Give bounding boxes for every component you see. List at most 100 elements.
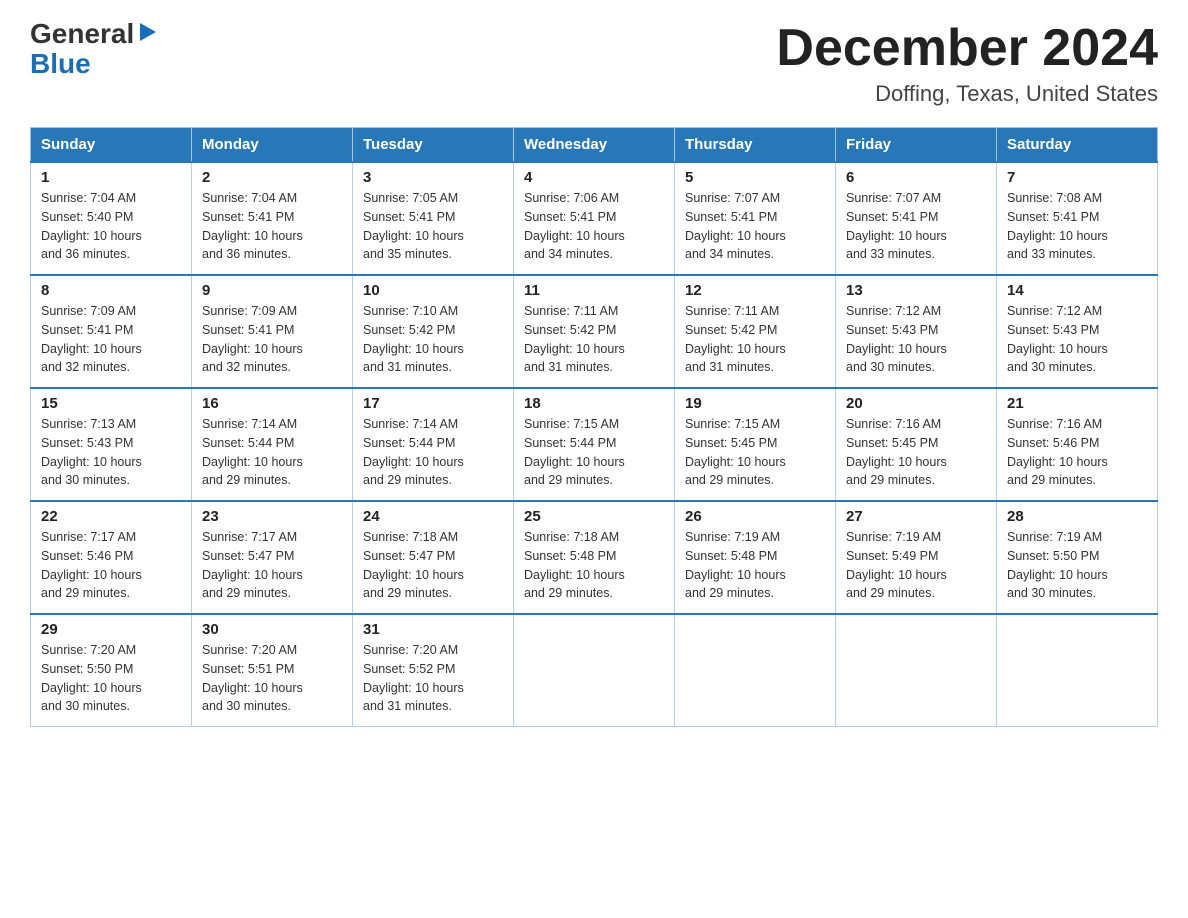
day-number: 10 bbox=[363, 282, 503, 299]
calendar-week-row: 22Sunrise: 7:17 AM Sunset: 5:46 PM Dayli… bbox=[31, 501, 1158, 614]
day-number: 16 bbox=[202, 395, 342, 412]
calendar-cell: 5Sunrise: 7:07 AM Sunset: 5:41 PM Daylig… bbox=[675, 162, 836, 275]
calendar-cell: 31Sunrise: 7:20 AM Sunset: 5:52 PM Dayli… bbox=[353, 614, 514, 727]
location-title: Doffing, Texas, United States bbox=[776, 81, 1158, 107]
day-number: 3 bbox=[363, 169, 503, 186]
day-info: Sunrise: 7:11 AM Sunset: 5:42 PM Dayligh… bbox=[685, 302, 825, 377]
calendar-cell: 27 Sunrise: 7:19 AM Sunset: 5:49 PM Dayli… bbox=[836, 501, 997, 614]
day-number: 27 bbox=[846, 508, 986, 525]
calendar-cell: 3 Sunrise: 7:05 AM Sunset: 5:41 PM Daylig… bbox=[353, 162, 514, 275]
day-info: Sunrise: 7:12 AM Sunset: 5:43 PM Dayligh… bbox=[846, 302, 986, 377]
day-info: Sunrise: 7:04 AM Sunset: 5:40 PM Dayligh… bbox=[41, 189, 181, 264]
day-info: Sunrise: 7:17 AM Sunset: 5:46 PM Dayligh… bbox=[41, 528, 181, 603]
day-number: 7 bbox=[1007, 169, 1147, 186]
day-info: Sunrise: 7:17 AM Sunset: 5:47 PM Dayligh… bbox=[202, 528, 342, 603]
calendar-cell bbox=[675, 614, 836, 727]
calendar-table: SundayMondayTuesdayWednesdayThursdayFrid… bbox=[30, 127, 1158, 727]
day-info: Sunrise: 7:07 AM Sunset: 5:41 PM Dayligh… bbox=[846, 189, 986, 264]
day-info: Sunrise: 7:20 AM Sunset: 5:51 PM Dayligh… bbox=[202, 641, 342, 716]
day-info: Sunrise: 7:04 AM Sunset: 5:41 PM Dayligh… bbox=[202, 189, 342, 264]
day-info: Sunrise: 7:20 AM Sunset: 5:52 PM Dayligh… bbox=[363, 641, 503, 716]
day-info: Sunrise: 7:08 AM Sunset: 5:41 PM Dayligh… bbox=[1007, 189, 1147, 264]
day-info: Sunrise: 7:19 AM Sunset: 5:48 PM Dayligh… bbox=[685, 528, 825, 603]
calendar-cell: 30 Sunrise: 7:20 AM Sunset: 5:51 PM Dayli… bbox=[192, 614, 353, 727]
day-number: 8 bbox=[41, 282, 181, 299]
calendar-cell: 26 Sunrise: 7:19 AM Sunset: 5:48 PM Dayli… bbox=[675, 501, 836, 614]
logo-general: General bbox=[30, 20, 134, 48]
day-info: Sunrise: 7:15 AM Sunset: 5:44 PM Dayligh… bbox=[524, 415, 664, 490]
calendar-cell bbox=[997, 614, 1158, 727]
calendar-week-row: 29Sunrise: 7:20 AM Sunset: 5:50 PM Dayli… bbox=[31, 614, 1158, 727]
calendar-cell: 22Sunrise: 7:17 AM Sunset: 5:46 PM Dayli… bbox=[31, 501, 192, 614]
day-info: Sunrise: 7:09 AM Sunset: 5:41 PM Dayligh… bbox=[41, 302, 181, 377]
calendar-cell: 11Sunrise: 7:11 AM Sunset: 5:42 PM Dayli… bbox=[514, 275, 675, 388]
calendar-cell: 23 Sunrise: 7:17 AM Sunset: 5:47 PM Dayli… bbox=[192, 501, 353, 614]
day-info: Sunrise: 7:18 AM Sunset: 5:47 PM Dayligh… bbox=[363, 528, 503, 603]
day-info: Sunrise: 7:11 AM Sunset: 5:42 PM Dayligh… bbox=[524, 302, 664, 377]
day-info: Sunrise: 7:19 AM Sunset: 5:50 PM Dayligh… bbox=[1007, 528, 1147, 603]
calendar-cell: 21 Sunrise: 7:16 AM Sunset: 5:46 PM Dayli… bbox=[997, 388, 1158, 501]
calendar-cell: 8 Sunrise: 7:09 AM Sunset: 5:41 PM Daylig… bbox=[31, 275, 192, 388]
calendar-cell: 15 Sunrise: 7:13 AM Sunset: 5:43 PM Dayli… bbox=[31, 388, 192, 501]
day-info: Sunrise: 7:16 AM Sunset: 5:46 PM Dayligh… bbox=[1007, 415, 1147, 490]
weekday-header-row: SundayMondayTuesdayWednesdayThursdayFrid… bbox=[31, 128, 1158, 163]
day-number: 17 bbox=[363, 395, 503, 412]
day-number: 24 bbox=[363, 508, 503, 525]
weekday-header-saturday: Saturday bbox=[997, 128, 1158, 163]
day-info: Sunrise: 7:16 AM Sunset: 5:45 PM Dayligh… bbox=[846, 415, 986, 490]
calendar-cell: 9Sunrise: 7:09 AM Sunset: 5:41 PM Daylig… bbox=[192, 275, 353, 388]
calendar-cell: 12 Sunrise: 7:11 AM Sunset: 5:42 PM Dayli… bbox=[675, 275, 836, 388]
calendar-cell bbox=[836, 614, 997, 727]
day-info: Sunrise: 7:12 AM Sunset: 5:43 PM Dayligh… bbox=[1007, 302, 1147, 377]
calendar-cell: 17Sunrise: 7:14 AM Sunset: 5:44 PM Dayli… bbox=[353, 388, 514, 501]
calendar-cell: 25Sunrise: 7:18 AM Sunset: 5:48 PM Dayli… bbox=[514, 501, 675, 614]
day-number: 26 bbox=[685, 508, 825, 525]
day-number: 20 bbox=[846, 395, 986, 412]
title-block: December 2024 Doffing, Texas, United Sta… bbox=[776, 20, 1158, 107]
calendar-cell: 6 Sunrise: 7:07 AM Sunset: 5:41 PM Daylig… bbox=[836, 162, 997, 275]
logo-blue: Blue bbox=[30, 48, 91, 80]
day-number: 12 bbox=[685, 282, 825, 299]
weekday-header-thursday: Thursday bbox=[675, 128, 836, 163]
day-info: Sunrise: 7:13 AM Sunset: 5:43 PM Dayligh… bbox=[41, 415, 181, 490]
day-info: Sunrise: 7:07 AM Sunset: 5:41 PM Dayligh… bbox=[685, 189, 825, 264]
calendar-cell bbox=[514, 614, 675, 727]
day-number: 25 bbox=[524, 508, 664, 525]
weekday-header-sunday: Sunday bbox=[31, 128, 192, 163]
day-number: 19 bbox=[685, 395, 825, 412]
calendar-cell: 14 Sunrise: 7:12 AM Sunset: 5:43 PM Dayli… bbox=[997, 275, 1158, 388]
calendar-cell: 13 Sunrise: 7:12 AM Sunset: 5:43 PM Dayli… bbox=[836, 275, 997, 388]
day-number: 6 bbox=[846, 169, 986, 186]
day-number: 21 bbox=[1007, 395, 1147, 412]
day-info: Sunrise: 7:14 AM Sunset: 5:44 PM Dayligh… bbox=[202, 415, 342, 490]
day-number: 15 bbox=[41, 395, 181, 412]
calendar-week-row: 8 Sunrise: 7:09 AM Sunset: 5:41 PM Daylig… bbox=[31, 275, 1158, 388]
weekday-header-wednesday: Wednesday bbox=[514, 128, 675, 163]
calendar-cell: 7 Sunrise: 7:08 AM Sunset: 5:41 PM Daylig… bbox=[997, 162, 1158, 275]
day-number: 28 bbox=[1007, 508, 1147, 525]
month-title: December 2024 bbox=[776, 20, 1158, 77]
calendar-cell: 29Sunrise: 7:20 AM Sunset: 5:50 PM Dayli… bbox=[31, 614, 192, 727]
calendar-cell: 20 Sunrise: 7:16 AM Sunset: 5:45 PM Dayli… bbox=[836, 388, 997, 501]
calendar-cell: 10 Sunrise: 7:10 AM Sunset: 5:42 PM Dayli… bbox=[353, 275, 514, 388]
weekday-header-friday: Friday bbox=[836, 128, 997, 163]
page-header: General Blue December 2024 Doffing, Texa… bbox=[30, 20, 1158, 107]
day-info: Sunrise: 7:10 AM Sunset: 5:42 PM Dayligh… bbox=[363, 302, 503, 377]
day-info: Sunrise: 7:05 AM Sunset: 5:41 PM Dayligh… bbox=[363, 189, 503, 264]
calendar-cell: 28 Sunrise: 7:19 AM Sunset: 5:50 PM Dayli… bbox=[997, 501, 1158, 614]
day-number: 18 bbox=[524, 395, 664, 412]
day-number: 2 bbox=[202, 169, 342, 186]
day-info: Sunrise: 7:06 AM Sunset: 5:41 PM Dayligh… bbox=[524, 189, 664, 264]
calendar-week-row: 1Sunrise: 7:04 AM Sunset: 5:40 PM Daylig… bbox=[31, 162, 1158, 275]
day-info: Sunrise: 7:19 AM Sunset: 5:49 PM Dayligh… bbox=[846, 528, 986, 603]
day-number: 30 bbox=[202, 621, 342, 638]
day-number: 23 bbox=[202, 508, 342, 525]
calendar-cell: 2 Sunrise: 7:04 AM Sunset: 5:41 PM Daylig… bbox=[192, 162, 353, 275]
weekday-header-monday: Monday bbox=[192, 128, 353, 163]
calendar-cell: 24 Sunrise: 7:18 AM Sunset: 5:47 PM Dayli… bbox=[353, 501, 514, 614]
day-info: Sunrise: 7:20 AM Sunset: 5:50 PM Dayligh… bbox=[41, 641, 181, 716]
day-number: 14 bbox=[1007, 282, 1147, 299]
calendar-cell: 16 Sunrise: 7:14 AM Sunset: 5:44 PM Dayli… bbox=[192, 388, 353, 501]
day-number: 13 bbox=[846, 282, 986, 299]
calendar-week-row: 15 Sunrise: 7:13 AM Sunset: 5:43 PM Dayli… bbox=[31, 388, 1158, 501]
